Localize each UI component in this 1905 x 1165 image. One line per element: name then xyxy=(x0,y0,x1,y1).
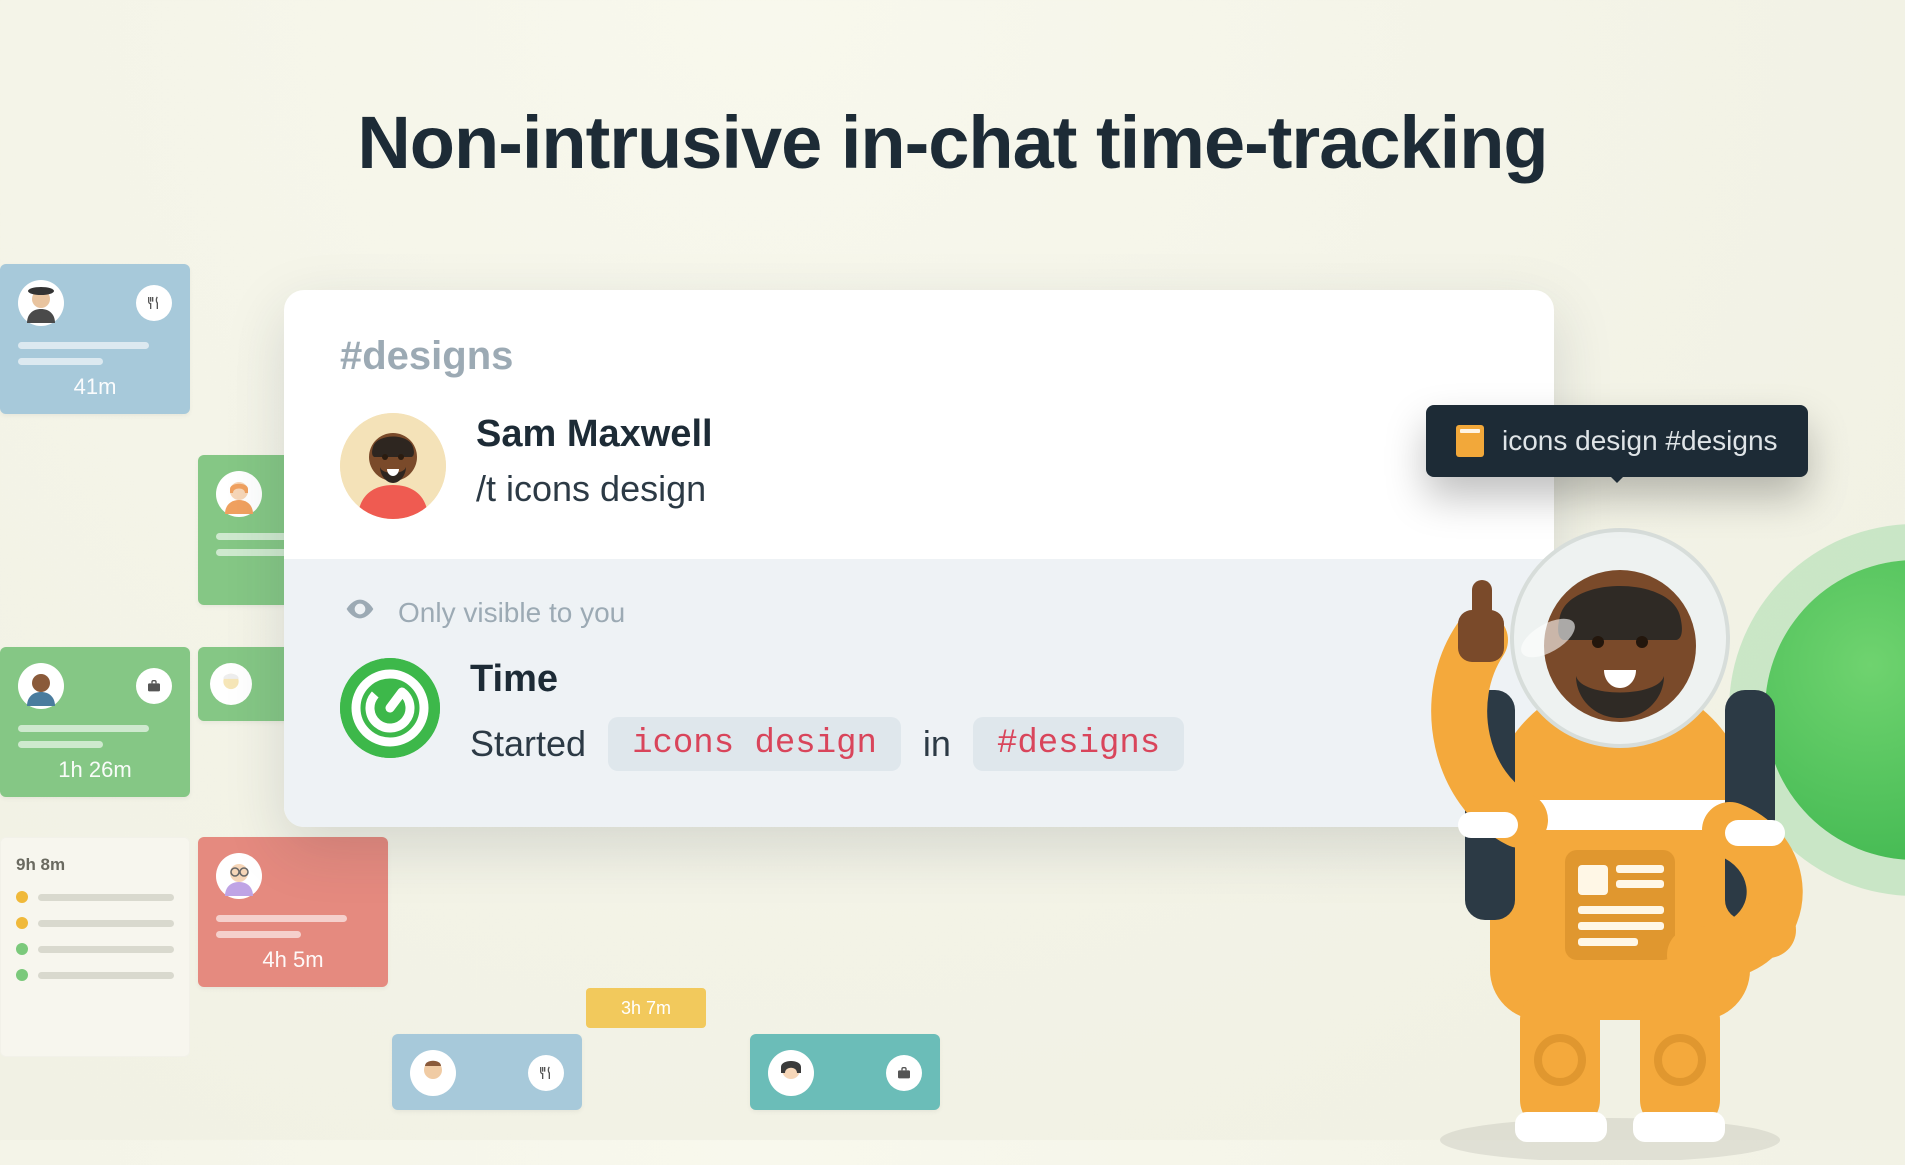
channel-name[interactable]: #designs xyxy=(284,290,1554,403)
tile-card: 41m xyxy=(0,264,190,414)
chat-message: Sam Maxwell /t icons design xyxy=(284,403,1554,559)
avatar xyxy=(410,1050,456,1096)
tile-time: 1h 26m xyxy=(18,757,172,783)
status-prefix: Started xyxy=(470,723,586,765)
tile-time: 41m xyxy=(18,374,172,400)
task-tooltip: icons design #designs xyxy=(1426,405,1808,477)
status-joiner: in xyxy=(923,723,951,765)
channel-pill[interactable]: #designs xyxy=(973,717,1184,771)
task-pill[interactable]: icons design xyxy=(608,717,901,771)
app-name[interactable]: Time xyxy=(470,658,1184,701)
tooltip-label: icons design #designs xyxy=(1502,425,1778,457)
summary-card: 9h 8m xyxy=(0,837,190,1057)
ephemeral-block: Only visible to you Time Started icons d… xyxy=(284,559,1554,827)
utensils-icon xyxy=(136,285,172,321)
avatar xyxy=(216,471,262,517)
astronaut-illustration xyxy=(1370,520,1830,1160)
eye-icon xyxy=(344,593,376,632)
avatar xyxy=(18,663,64,709)
summary-time: 9h 8m xyxy=(16,855,174,875)
avatar xyxy=(216,853,262,899)
avatar xyxy=(768,1050,814,1096)
tile-card: 4h 5m xyxy=(198,837,388,987)
message-text: /t icons design xyxy=(476,468,713,510)
book-icon xyxy=(1456,425,1484,457)
status-line: Started icons design in #designs xyxy=(470,717,1184,771)
avatar xyxy=(210,663,252,705)
author-name[interactable]: Sam Maxwell xyxy=(476,413,713,456)
chat-card: #designs Sam Maxwell /t icons design xyxy=(284,290,1554,827)
tile-chip: 3h 7m xyxy=(586,988,706,1028)
avatar xyxy=(340,413,446,519)
briefcase-icon xyxy=(136,668,172,704)
tile-card xyxy=(750,1034,940,1110)
tile-card: 1h 26m xyxy=(0,647,190,797)
tile-time: 4h 5m xyxy=(216,947,370,973)
briefcase-icon xyxy=(886,1055,922,1091)
visibility-label: Only visible to you xyxy=(398,597,625,629)
avatar xyxy=(18,280,64,326)
app-logo-icon xyxy=(340,658,440,758)
utensils-icon xyxy=(528,1055,564,1091)
tile-card xyxy=(198,647,298,721)
tile-card xyxy=(392,1034,582,1110)
